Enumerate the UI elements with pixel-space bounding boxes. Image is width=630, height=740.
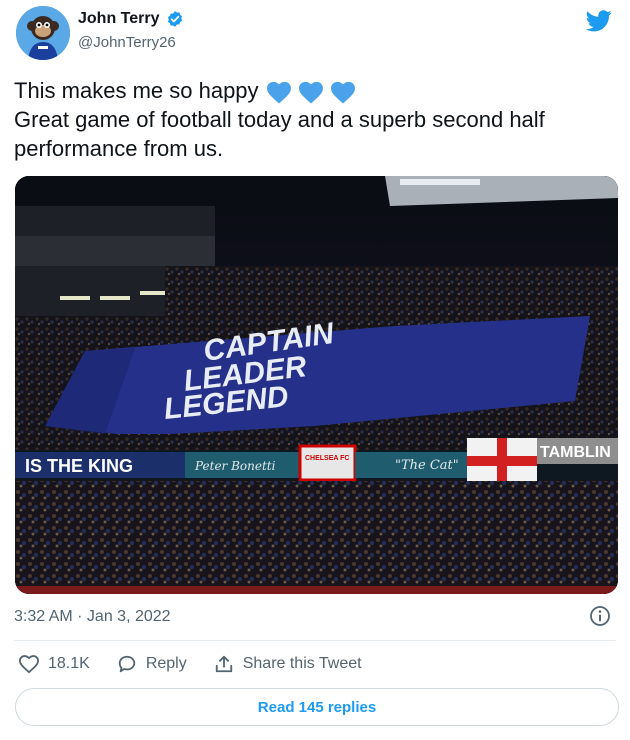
blue-heart-icon xyxy=(298,82,323,104)
verified-badge-icon xyxy=(167,11,182,27)
reply-button[interactable]: Reply xyxy=(116,654,187,674)
share-label: Share this Tweet xyxy=(242,655,362,672)
stadium-photo: CAPTAIN LEADER LEGEND IS THE KING Peter … xyxy=(15,176,618,594)
tweet-photo[interactable]: CAPTAIN LEADER LEGEND IS THE KING Peter … xyxy=(15,176,618,594)
tweet-actions: 18.1K Reply Share this Tweet xyxy=(18,654,362,674)
like-count: 18.1K xyxy=(48,655,90,672)
flag-text-1: CHELSEA FC xyxy=(305,455,349,462)
avatar-monkey-image xyxy=(16,6,70,60)
blue-heart-icon xyxy=(330,82,355,104)
author-name-row: John Terry xyxy=(78,10,184,28)
reply-icon xyxy=(118,655,135,673)
tweet-timestamp[interactable]: 3:32 AM · Jan 3, 2022 xyxy=(14,608,171,626)
heart-icon xyxy=(18,655,40,674)
like-button[interactable]: 18.1K xyxy=(18,654,90,674)
stand-banner-script: Peter Bonetti xyxy=(194,459,276,473)
read-replies-button[interactable]: Read 145 replies xyxy=(15,688,619,726)
stand-banner-cat: "The Cat" xyxy=(395,458,459,473)
blue-hearts xyxy=(265,80,357,104)
tweet-line-2: Great game of football today and a super… xyxy=(14,107,545,161)
author-name[interactable]: John Terry xyxy=(78,10,160,28)
share-icon xyxy=(215,655,232,673)
divider xyxy=(14,640,616,641)
avatar[interactable] xyxy=(16,6,70,60)
reply-label: Reply xyxy=(145,655,187,672)
info-icon[interactable] xyxy=(588,604,612,628)
stand-banner-left: IS THE KING xyxy=(25,456,133,476)
twitter-bird-icon[interactable] xyxy=(586,10,612,32)
tweet-text: This makes me so happy Great game of foo… xyxy=(14,76,614,163)
share-button[interactable]: Share this Tweet xyxy=(213,654,362,674)
author-handle[interactable]: @JohnTerry26 xyxy=(78,34,176,51)
tweet-line-1: This makes me so happy xyxy=(14,78,259,103)
stand-banner-right: TAMBLIN xyxy=(540,444,611,461)
blue-heart-icon xyxy=(266,82,291,104)
